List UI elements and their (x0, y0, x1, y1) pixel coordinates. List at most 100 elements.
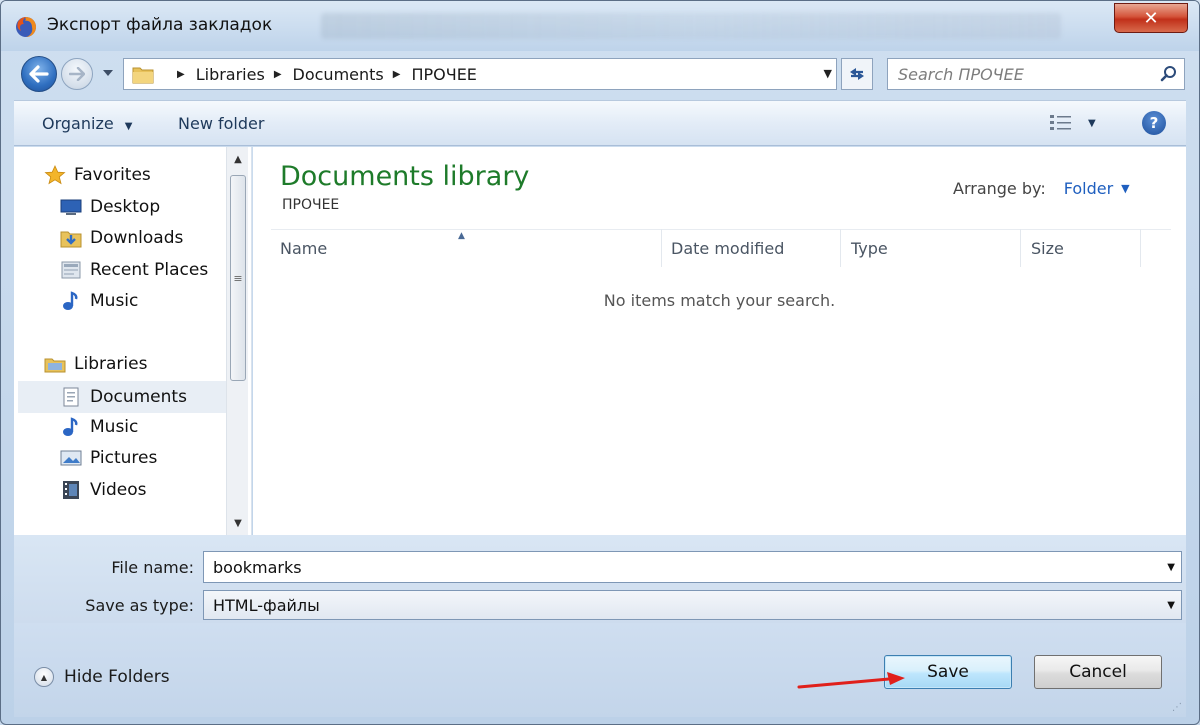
column-header-label: Name (280, 238, 328, 258)
folder-icon (132, 67, 154, 84)
chevron-down-icon: ▼ (124, 121, 133, 132)
column-header-name[interactable]: Name (280, 229, 662, 267)
hide-folders-label: Hide Folders (64, 667, 170, 687)
downloads-icon (60, 228, 82, 248)
file-name-value[interactable]: bookmarks (213, 558, 302, 577)
chevron-up-icon: ▲ (34, 667, 54, 687)
firefox-icon (16, 17, 36, 37)
breadcrumb-separator-icon[interactable]: ▶ (177, 69, 185, 80)
arrange-by-value: Folder (1063, 179, 1114, 198)
search-input[interactable] (898, 64, 1148, 84)
new-folder-button[interactable]: New folder (178, 114, 264, 133)
column-header-label: Date modified (671, 238, 785, 258)
nav-item-label: Desktop (90, 197, 161, 217)
empty-message: No items match your search. (603, 291, 836, 310)
organize-menu[interactable]: Organize ▼ (42, 114, 132, 133)
column-header-label: Size (1031, 238, 1064, 258)
breadcrumb: ▶ Libraries ▶ Documents ▶ ПРОЧЕЕ (168, 65, 477, 84)
breadcrumb-current[interactable]: ПРОЧЕЕ (411, 65, 476, 84)
music-icon (60, 417, 82, 437)
chevron-down-icon[interactable]: ▼ (1167, 562, 1175, 573)
arrow-right-icon (69, 67, 85, 81)
breadcrumb-libraries[interactable]: Libraries (196, 65, 265, 84)
blurred-background (321, 13, 1061, 39)
address-bar[interactable]: ▶ Libraries ▶ Documents ▶ ПРОЧЕЕ ▼ (123, 58, 837, 90)
navigation-pane: Favorites Desktop Downloads Recent Place… (14, 147, 252, 535)
nav-favorites[interactable]: Favorites (44, 165, 151, 185)
save-as-type-value: HTML-файлы (213, 595, 320, 615)
breadcrumb-documents[interactable]: Documents (293, 65, 384, 84)
close-button[interactable]: ✕ (1114, 3, 1188, 33)
dialog-footer: ▲ Hide Folders Save Cancel ⋰ (14, 623, 1186, 717)
nav-item-music-favorites[interactable]: Music (60, 291, 138, 311)
save-dialog-window: Экспорт файла закладок ✕ ▶ Libraries ▶ D… (0, 0, 1200, 725)
chevron-down-icon: ▼ (1121, 182, 1130, 195)
column-header-type[interactable]: Type (851, 229, 1021, 267)
save-button[interactable]: Save (884, 655, 1012, 689)
view-details-icon (1050, 115, 1071, 130)
save-form: File name: bookmarks ▼ Save as type: HTM… (14, 535, 1186, 623)
column-header-date-modified[interactable]: Date modified (671, 229, 841, 267)
search-box[interactable] (887, 58, 1185, 90)
window-title: Экспорт файла закладок (47, 15, 273, 35)
file-name-field[interactable]: bookmarks ▼ (203, 551, 1182, 583)
chevron-down-icon[interactable]: ▼ (1167, 600, 1175, 611)
hide-folders-button[interactable]: ▲ Hide Folders (34, 667, 170, 687)
scroll-thumb[interactable]: ≡ (230, 175, 246, 381)
breadcrumb-separator-icon[interactable]: ▶ (393, 69, 401, 80)
resize-grip-icon[interactable]: ⋰ (1172, 702, 1182, 713)
save-as-type-select[interactable]: HTML-файлы ▼ (203, 590, 1182, 620)
nav-item-music-libraries[interactable]: Music (60, 417, 138, 437)
nav-item-videos[interactable]: Videos (60, 480, 147, 500)
desktop-icon (60, 197, 82, 217)
search-icon[interactable] (1160, 65, 1178, 83)
recent-locations-dropdown[interactable] (101, 65, 115, 81)
nav-item-label: Music (90, 291, 139, 311)
music-icon (60, 291, 82, 311)
save-as-type-label: Save as type: (85, 596, 194, 615)
column-header-size[interactable]: Size (1031, 229, 1141, 267)
organize-label: Organize (42, 114, 114, 133)
arrange-by-label: Arrange by: (953, 179, 1046, 198)
breadcrumb-separator-icon[interactable]: ▶ (274, 69, 282, 80)
nav-item-downloads[interactable]: Downloads (60, 228, 183, 248)
refresh-button[interactable] (841, 58, 873, 90)
nav-item-label: Pictures (90, 448, 158, 468)
recent-places-icon (60, 260, 82, 280)
pictures-icon (60, 448, 82, 468)
nav-item-pictures[interactable]: Pictures (60, 448, 157, 468)
cancel-button[interactable]: Cancel (1034, 655, 1162, 689)
arrange-by-dropdown[interactable]: Folder ▼ (1064, 179, 1130, 198)
forward-button[interactable] (61, 58, 93, 90)
nav-item-documents[interactable]: Documents (18, 381, 226, 413)
close-icon: ✕ (1143, 7, 1159, 29)
help-button[interactable]: ? (1142, 111, 1166, 135)
chevron-down-icon: ▼ (1088, 117, 1096, 129)
documents-icon (60, 387, 82, 407)
arrange-by: Arrange by: Folder ▼ (953, 179, 1130, 198)
nav-item-recent-places[interactable]: Recent Places (60, 260, 208, 280)
nav-item-label: Music (90, 417, 139, 437)
nav-libraries[interactable]: Libraries (44, 354, 147, 374)
nav-item-desktop[interactable]: Desktop (60, 197, 160, 217)
nav-favorites-label: Favorites (74, 165, 151, 185)
refresh-icon (850, 68, 864, 80)
file-list-pane: Documents library ПРОЧЕЕ Arrange by: Fol… (253, 147, 1186, 535)
nav-pane-scrollbar[interactable]: ▲ ≡ ▼ (226, 147, 248, 535)
library-title: Documents library (280, 161, 530, 192)
title-bar: Экспорт файла закладок ✕ (1, 1, 1199, 51)
back-button[interactable] (21, 56, 57, 92)
scroll-up-icon[interactable]: ▲ (227, 149, 249, 169)
change-view-button[interactable]: ▼ (1050, 114, 1096, 132)
column-header-label: Type (851, 238, 888, 258)
command-bar: Organize ▼ New folder ▼ ? (14, 100, 1186, 146)
nav-item-label: Recent Places (90, 260, 209, 280)
library-subtitle: ПРОЧЕЕ (282, 197, 340, 213)
scroll-down-icon[interactable]: ▼ (227, 513, 249, 533)
nav-libraries-label: Libraries (74, 354, 148, 374)
file-name-label: File name: (111, 558, 194, 577)
chevron-down-icon (103, 70, 113, 76)
arrow-left-icon (29, 65, 49, 83)
videos-icon (60, 480, 82, 500)
address-dropdown-icon[interactable]: ▼ (824, 67, 832, 80)
